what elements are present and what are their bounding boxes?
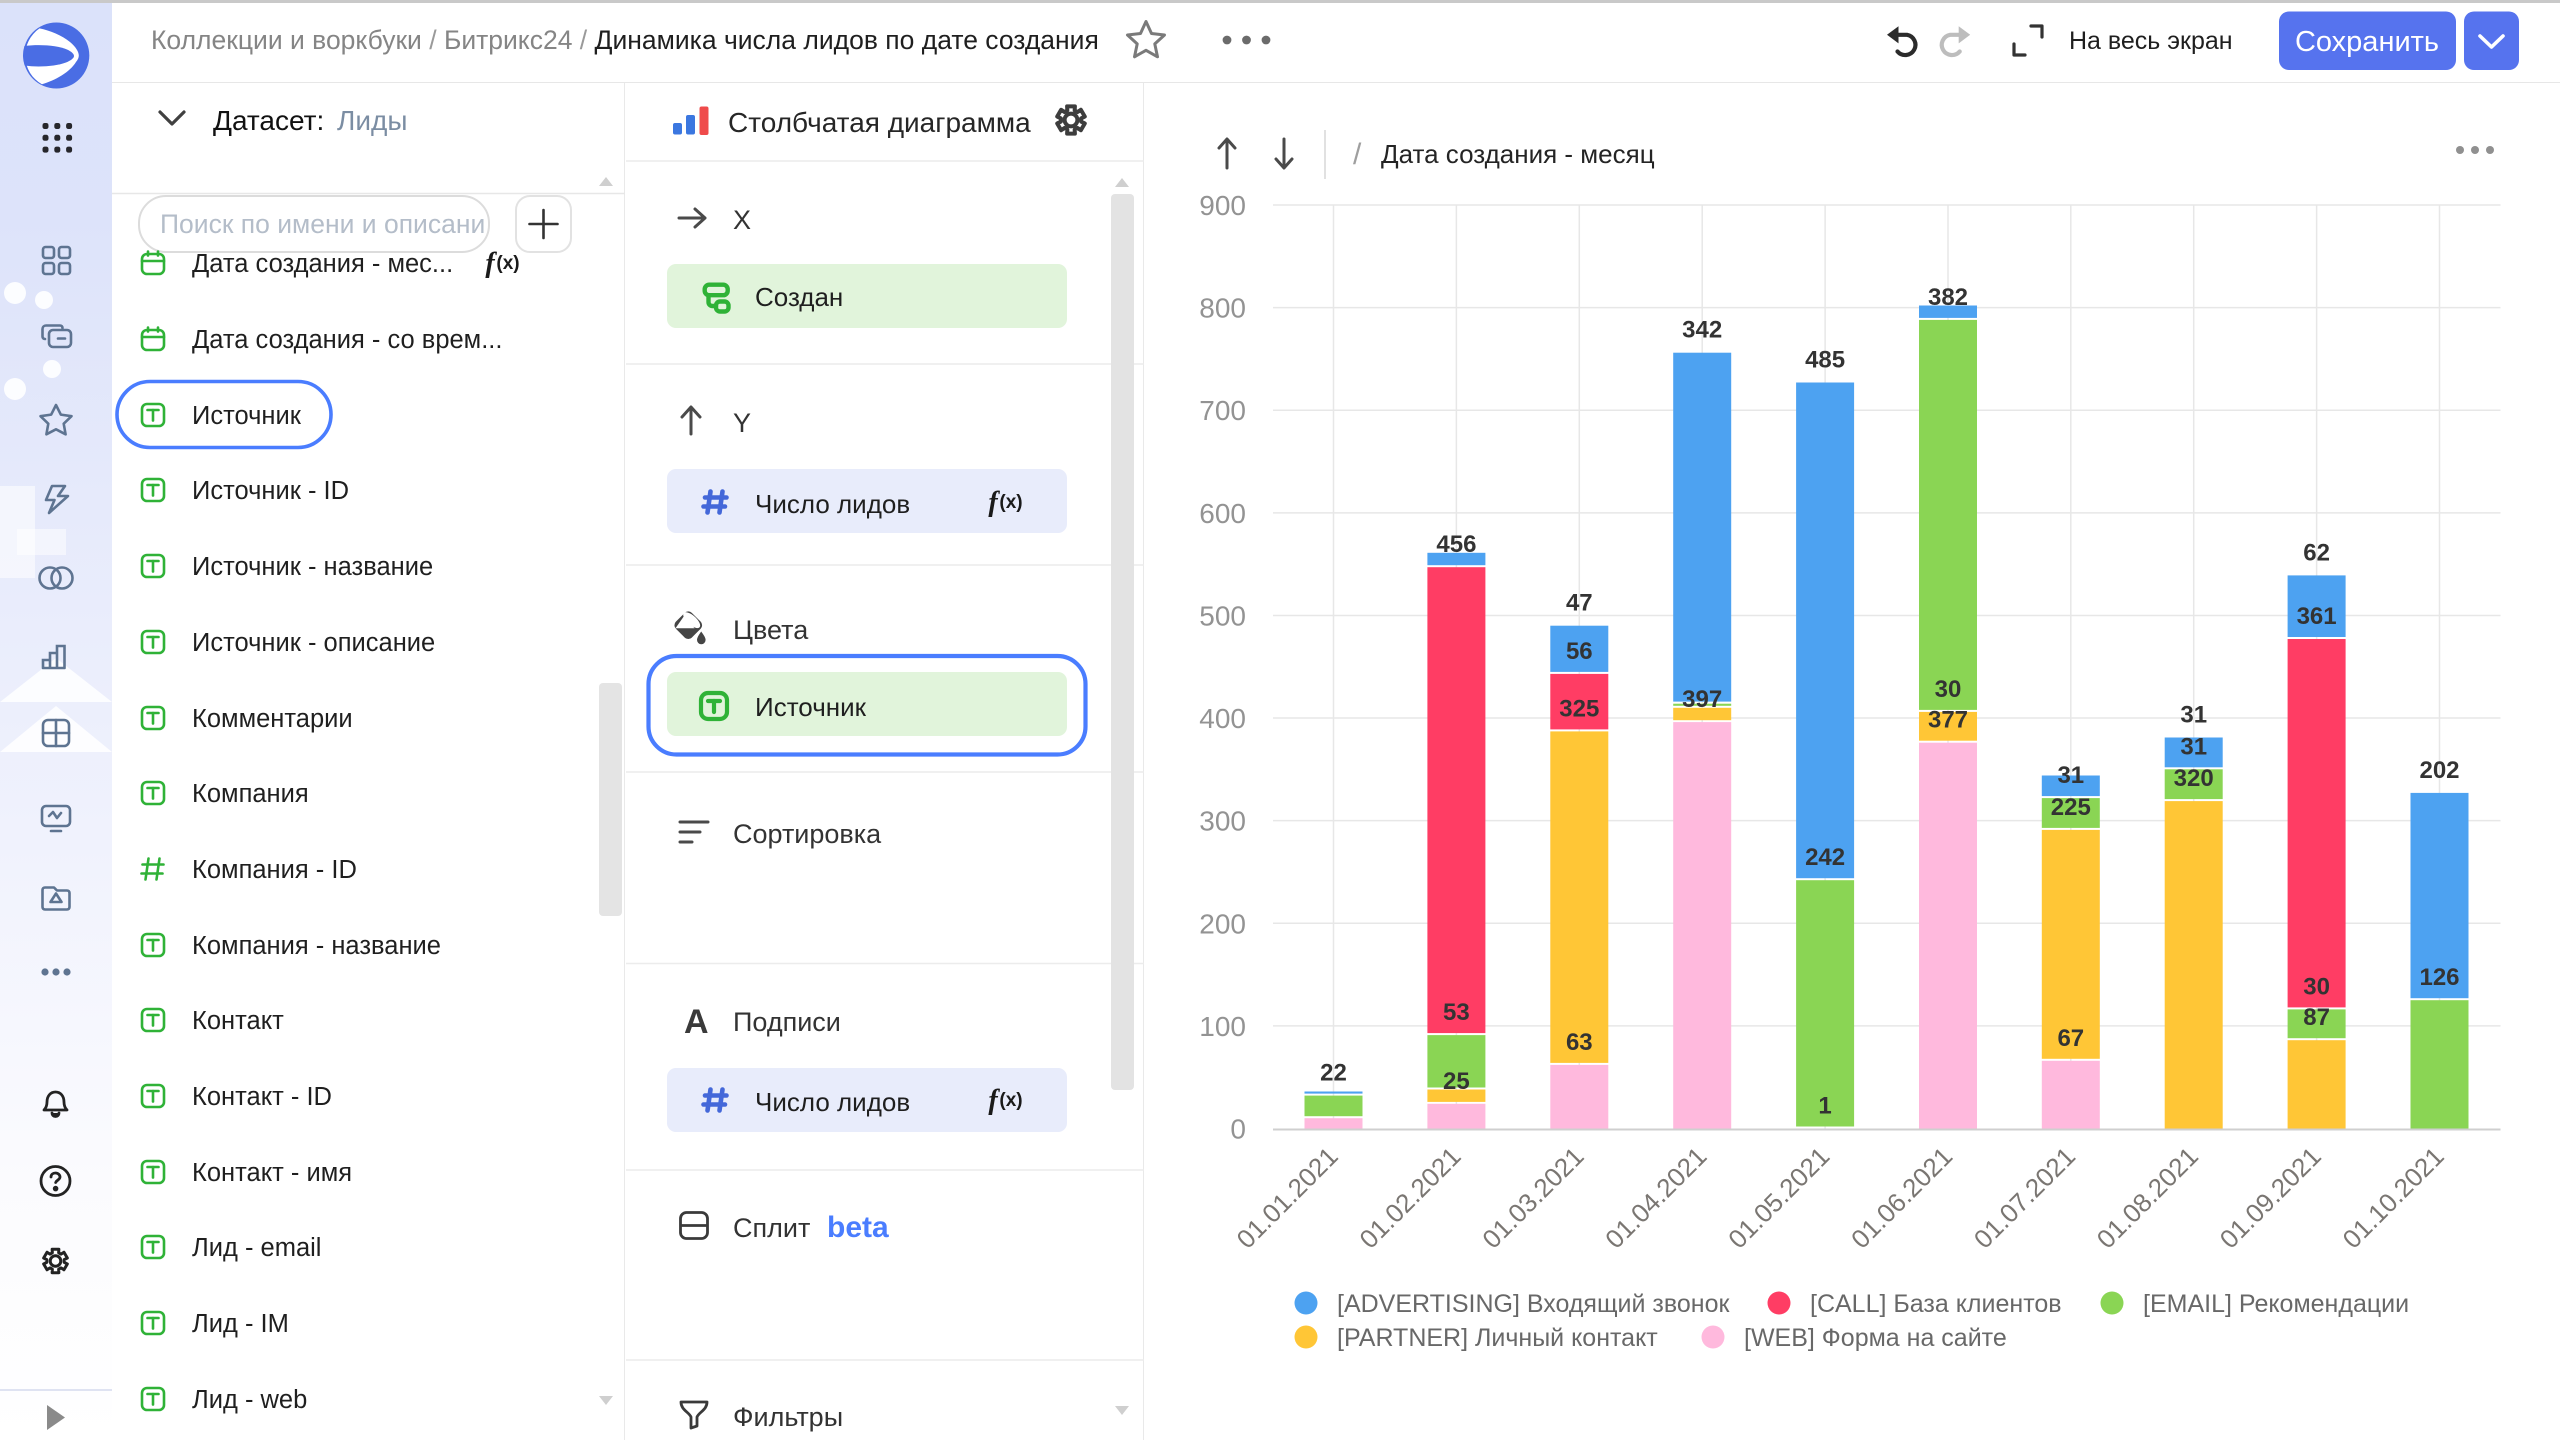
svg-text:[EMAIL] Рекомендации: [EMAIL] Рекомендации — [2143, 1290, 2409, 1318]
svg-text:377: 377 — [1928, 707, 1968, 734]
svg-text:01.10.2021: 01.10.2021 — [2337, 1141, 2450, 1254]
svg-text:126: 126 — [2419, 964, 2459, 991]
svg-text:Контакт: Контакт — [192, 1007, 284, 1035]
svg-text:X: X — [733, 205, 751, 235]
svg-text:361: 361 — [2297, 603, 2337, 630]
svg-text:01.05.2021: 01.05.2021 — [1722, 1141, 1835, 1254]
svg-text:Создан: Создан — [755, 282, 843, 312]
svg-text:Y: Y — [733, 408, 751, 438]
svg-text:Сохранить: Сохранить — [2295, 26, 2439, 58]
svg-text:Компания - название: Компания - название — [192, 932, 441, 960]
svg-text:A: A — [684, 1003, 709, 1041]
svg-text:Источник - название: Источник - название — [192, 553, 433, 581]
svg-text:456: 456 — [1436, 531, 1476, 558]
svg-text:Число лидов: Число лидов — [755, 1087, 910, 1117]
svg-text:[CALL] База клиентов: [CALL] База клиентов — [1810, 1290, 2062, 1318]
svg-text:Компания: Компания — [192, 780, 309, 808]
svg-text:01.01.2021: 01.01.2021 — [1231, 1141, 1344, 1254]
svg-text:700: 700 — [1199, 395, 1246, 426]
svg-text:Столбчатая диаграмма: Столбчатая диаграмма — [728, 107, 1031, 138]
svg-text:01.08.2021: 01.08.2021 — [2091, 1141, 2204, 1254]
svg-text:Источник - описание: Источник - описание — [192, 629, 435, 657]
svg-text:0: 0 — [1230, 1114, 1246, 1145]
svg-text:342: 342 — [1682, 317, 1722, 344]
svg-text:242: 242 — [1805, 844, 1845, 871]
svg-text:Коллекции и воркбуки / Битрикс: Коллекции и воркбуки / Битрикс24 / Динам… — [151, 25, 1099, 55]
svg-text:beta: beta — [827, 1211, 889, 1244]
svg-text:382: 382 — [1928, 284, 1968, 311]
svg-text:(x): (x) — [496, 253, 519, 274]
svg-text:31: 31 — [2057, 762, 2084, 789]
svg-text:Источник - ID: Источник - ID — [192, 477, 349, 505]
svg-text:56: 56 — [1566, 638, 1593, 665]
svg-text:325: 325 — [1559, 695, 1599, 722]
svg-text:62: 62 — [2303, 539, 2330, 566]
svg-text:Фильтры: Фильтры — [733, 1402, 843, 1432]
svg-text:225: 225 — [2051, 794, 2091, 821]
svg-text:31: 31 — [2180, 733, 2207, 760]
svg-text:53: 53 — [1443, 999, 1470, 1026]
svg-text:Дата создания - месяц: Дата создания - месяц — [1381, 139, 1655, 169]
svg-text:[ADVERTISING] Входящий звонок: [ADVERTISING] Входящий звонок — [1337, 1290, 1730, 1318]
svg-text:87: 87 — [2303, 1004, 2330, 1031]
svg-text:[PARTNER] Личный контакт: [PARTNER] Личный контакт — [1337, 1324, 1658, 1352]
svg-text:01.07.2021: 01.07.2021 — [1968, 1141, 2081, 1254]
svg-text:500: 500 — [1199, 601, 1246, 632]
svg-text:320: 320 — [2174, 765, 2214, 792]
svg-text:31: 31 — [2180, 702, 2207, 729]
svg-text:22: 22 — [1320, 1060, 1347, 1087]
svg-text:1: 1 — [1818, 1093, 1831, 1120]
svg-text:300: 300 — [1199, 806, 1246, 837]
svg-text:Датасет:: Датасет: — [213, 105, 324, 136]
svg-text:Лид - IM: Лид - IM — [192, 1310, 289, 1338]
svg-text:Цвета: Цвета — [733, 615, 809, 645]
svg-text:01.06.2021: 01.06.2021 — [1845, 1141, 1958, 1254]
svg-text:Лиды: Лиды — [337, 105, 407, 136]
svg-text:01.09.2021: 01.09.2021 — [2214, 1141, 2327, 1254]
svg-text:Дата создания - мес...: Дата создания - мес... — [192, 250, 453, 278]
svg-text:Число лидов: Число лидов — [755, 489, 910, 519]
svg-text:/: / — [1353, 138, 1362, 171]
svg-text:30: 30 — [1935, 676, 1962, 703]
svg-text:Дата создания - со врем...: Дата создания - со врем... — [192, 326, 502, 354]
svg-text:01.03.2021: 01.03.2021 — [1476, 1141, 1589, 1254]
svg-text:Лид - web: Лид - web — [192, 1386, 307, 1414]
svg-text:(x): (x) — [999, 1090, 1022, 1111]
svg-text:800: 800 — [1199, 293, 1246, 324]
svg-text:47: 47 — [1566, 590, 1593, 617]
svg-text:01.04.2021: 01.04.2021 — [1599, 1141, 1712, 1254]
svg-text:Источник: Источник — [755, 692, 867, 722]
svg-text:Сплит: Сплит — [733, 1213, 810, 1243]
svg-text:Контакт - имя: Контакт - имя — [192, 1159, 352, 1187]
svg-text:Поиск по имени и описани: Поиск по имени и описани — [160, 209, 485, 239]
svg-text:100: 100 — [1199, 1011, 1246, 1042]
svg-text:На весь экран: На весь экран — [2069, 27, 2233, 55]
svg-text:Комментарии: Комментарии — [192, 705, 353, 733]
svg-text:400: 400 — [1199, 703, 1246, 734]
svg-text:485: 485 — [1805, 347, 1845, 374]
svg-text:01.02.2021: 01.02.2021 — [1353, 1141, 1466, 1254]
svg-text:67: 67 — [2057, 1025, 2084, 1052]
svg-text:200: 200 — [1199, 908, 1246, 939]
svg-text:30: 30 — [2303, 973, 2330, 1000]
svg-text:Лид - email: Лид - email — [192, 1234, 321, 1262]
svg-text:25: 25 — [1443, 1068, 1470, 1095]
svg-text:Компания - ID: Компания - ID — [192, 856, 357, 884]
svg-text:Подписи: Подписи — [733, 1007, 841, 1037]
svg-text:(x): (x) — [999, 492, 1022, 513]
svg-text:[WEB] Форма на сайте: [WEB] Форма на сайте — [1744, 1324, 2007, 1352]
svg-text:63: 63 — [1566, 1029, 1593, 1056]
svg-text:Сортировка: Сортировка — [733, 819, 882, 849]
svg-text:Контакт - ID: Контакт - ID — [192, 1083, 332, 1111]
svg-text:397: 397 — [1682, 686, 1722, 713]
svg-text:Источник: Источник — [192, 402, 302, 430]
svg-text:900: 900 — [1199, 190, 1246, 221]
svg-text:202: 202 — [2419, 757, 2459, 784]
svg-text:600: 600 — [1199, 498, 1246, 529]
